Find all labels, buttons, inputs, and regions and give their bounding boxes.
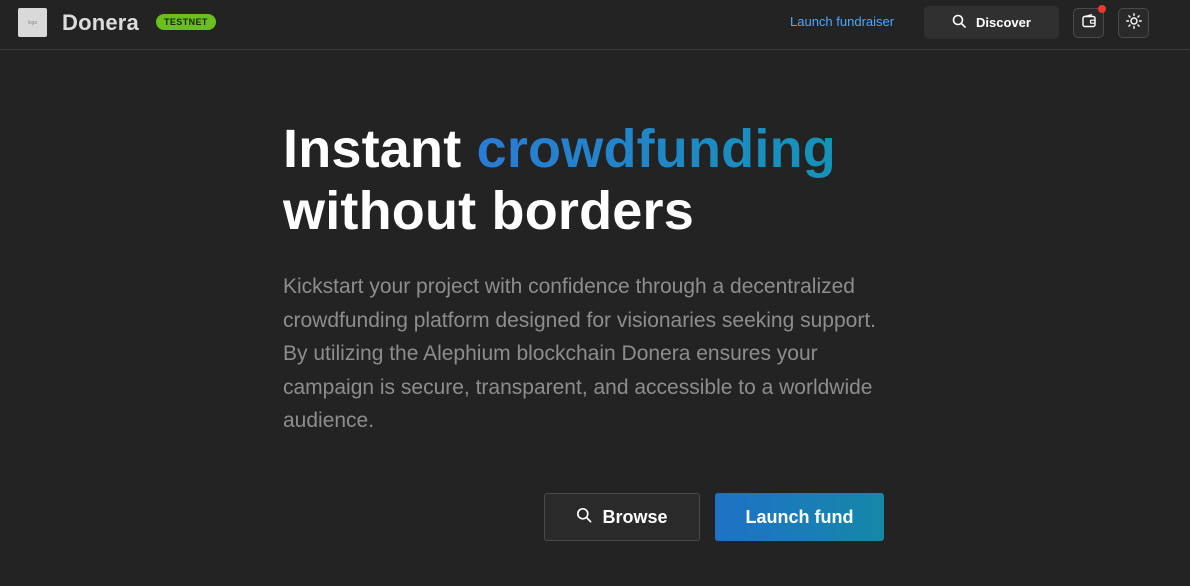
notification-dot [1098, 5, 1106, 13]
launch-fundraiser-link[interactable]: Launch fundraiser [790, 14, 894, 29]
theme-toggle-button[interactable] [1118, 8, 1149, 38]
discover-label: Discover [976, 15, 1031, 30]
launch-fund-button[interactable]: Launch fund [715, 493, 884, 541]
wallet-button[interactable] [1073, 5, 1106, 38]
sun-icon [1125, 12, 1142, 34]
hero-title-accent: crowdfunding [476, 119, 836, 179]
launch-fund-label: Launch fund [745, 506, 854, 527]
logo-alt-text: logo [27, 19, 38, 26]
brand-name[interactable]: Donera [62, 10, 139, 36]
hero-title-word: Instant [283, 119, 462, 179]
testnet-badge: TESTNET [156, 14, 216, 30]
wallet-icon [1081, 13, 1097, 34]
hero-title: Instant crowdfunding without borders [283, 118, 836, 242]
browse-button[interactable]: Browse [544, 493, 700, 541]
top-navbar: logo Donera TESTNET Launch fundraiser Di… [0, 0, 1190, 50]
hero-title-line2: without borders [283, 181, 694, 241]
discover-button[interactable]: Discover [924, 6, 1059, 39]
search-icon [952, 14, 966, 31]
search-icon [576, 507, 592, 528]
browse-label: Browse [602, 506, 668, 527]
logo-image[interactable]: logo [18, 8, 47, 37]
hero-description: Kickstart your project with confidence t… [283, 275, 876, 432]
